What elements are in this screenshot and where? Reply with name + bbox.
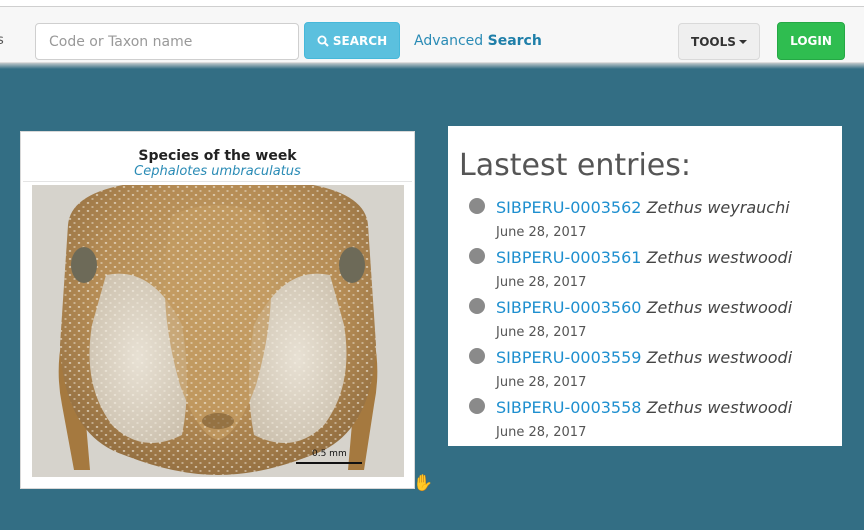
entry-species: Zethus weyrauchi xyxy=(646,198,790,217)
search-button[interactable]: SEARCH xyxy=(304,22,400,59)
list-item: SIBPERU-0003558 Zethus westwoodi June 28… xyxy=(448,398,842,446)
scale-bar xyxy=(296,462,362,464)
entry-date: June 28, 2017 xyxy=(496,425,587,440)
panel-divider xyxy=(23,181,412,182)
hand-cursor-icon: ✋ xyxy=(413,473,433,492)
bullet-icon xyxy=(469,398,485,414)
caret-down-icon xyxy=(738,39,747,44)
entry-code: SIBPERU-0003562 xyxy=(496,198,642,217)
advanced-search-suffix: Search xyxy=(487,33,542,49)
bullet-icon xyxy=(469,348,485,364)
bullet-icon xyxy=(469,248,485,264)
entry-date: June 28, 2017 xyxy=(496,375,587,390)
list-item: SIBPERU-0003561 Zethus westwoodi June 28… xyxy=(448,248,842,298)
list-item: SIBPERU-0003560 Zethus westwoodi June 28… xyxy=(448,298,842,348)
entry-link[interactable]: SIBPERU-0003561 Zethus westwoodi xyxy=(496,248,792,267)
advanced-search-link[interactable]: Advanced Search xyxy=(414,33,542,49)
navbar-shadow xyxy=(0,63,864,69)
specimen-image[interactable]: 0.5 mm xyxy=(32,185,404,477)
species-of-week-title: Species of the week xyxy=(138,148,297,164)
entry-link[interactable]: SIBPERU-0003562 Zethus weyrauchi xyxy=(496,198,790,217)
login-button[interactable]: LOGIN xyxy=(777,22,845,60)
ant-head-illustration xyxy=(32,185,404,477)
species-name-link[interactable]: Cephalotes umbraculatus xyxy=(21,164,414,179)
entry-link[interactable]: SIBPERU-0003558 Zethus westwoodi xyxy=(496,398,792,417)
tools-button-label: TOOLS xyxy=(691,34,736,49)
entry-code: SIBPERU-0003559 xyxy=(496,348,642,367)
entry-species: Zethus westwoodi xyxy=(646,348,793,367)
bullet-icon xyxy=(469,298,485,314)
entry-species: Zethus westwoodi xyxy=(646,248,793,267)
entry-date: June 28, 2017 xyxy=(496,325,587,340)
latest-entries-title: Lastest entries: xyxy=(459,148,691,183)
search-input[interactable] xyxy=(35,23,299,60)
list-item: SIBPERU-0003559 Zethus westwoodi June 28… xyxy=(448,348,842,398)
top-strip xyxy=(0,0,864,7)
tools-dropdown-button[interactable]: TOOLS xyxy=(678,23,760,60)
entry-code: SIBPERU-0003558 xyxy=(496,398,642,417)
entry-date: June 28, 2017 xyxy=(496,225,587,240)
advanced-search-prefix: Advanced xyxy=(414,33,484,49)
entry-link[interactable]: SIBPERU-0003560 Zethus westwoodi xyxy=(496,298,792,317)
entry-species: Zethus westwoodi xyxy=(646,298,793,317)
entry-link[interactable]: SIBPERU-0003559 Zethus westwoodi xyxy=(496,348,792,367)
latest-entries-panel: Lastest entries: SIBPERU-0003562 Zethus … xyxy=(448,126,842,446)
login-button-label: LOGIN xyxy=(790,34,832,48)
search-icon xyxy=(317,35,329,47)
list-item: SIBPERU-0003562 Zethus weyrauchi June 28… xyxy=(448,198,842,248)
bullet-icon xyxy=(469,198,485,214)
navbar-edge-glyph: s xyxy=(0,33,4,48)
entry-species: Zethus westwoodi xyxy=(646,398,793,417)
scale-label: 0.5 mm xyxy=(312,449,347,459)
entry-code: SIBPERU-0003561 xyxy=(496,248,642,267)
entry-date: June 28, 2017 xyxy=(496,275,587,290)
entry-code: SIBPERU-0003560 xyxy=(496,298,642,317)
navbar: s SEARCH Advanced Search TOOLS LOGIN xyxy=(0,7,864,63)
search-button-label: SEARCH xyxy=(332,33,388,48)
species-of-week-panel: Species of the week Cephalotes umbracula… xyxy=(20,131,433,492)
